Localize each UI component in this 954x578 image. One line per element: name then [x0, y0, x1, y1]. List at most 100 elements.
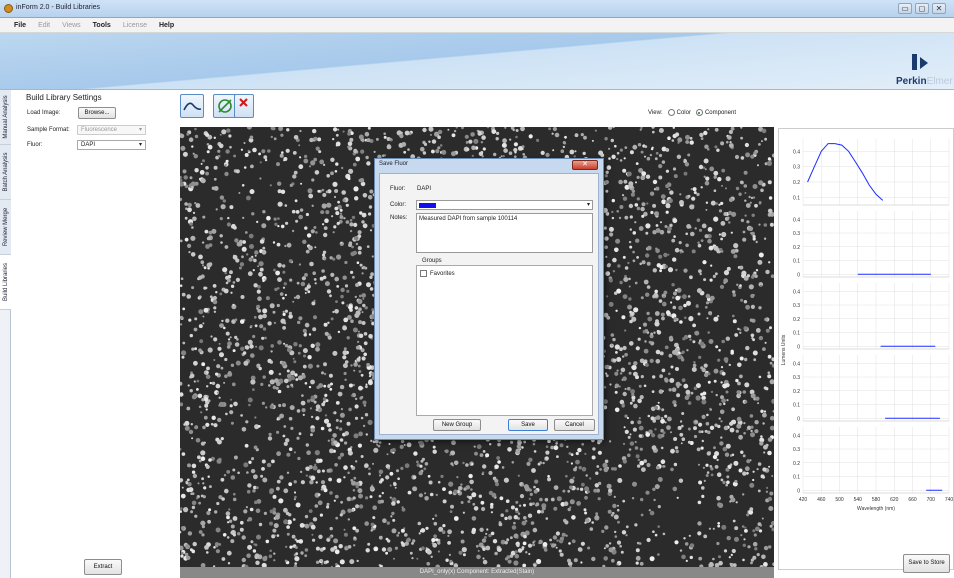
spectra-chart: 0.1 0.2 0.3 0.4 0 0.1 0.2 0.3 0.4 0 0.1 0.2 0.3 0.4 0 0… [778, 128, 954, 570]
chevron-down-icon: ▾ [586, 202, 590, 208]
y-tick-label: 0.1 [793, 331, 800, 337]
groups-list: Favorites [416, 265, 593, 416]
y-tick-label: 0.3 [793, 375, 800, 381]
favorites-checkbox[interactable]: Favorites [420, 270, 455, 277]
dialog-fluor-value: DAPI [417, 186, 432, 192]
dialog-notes-label: Notes: [390, 215, 408, 221]
y-tick-label: 0 [797, 272, 800, 278]
spectra-svg: 0.1 0.2 0.3 0.4 0 0.1 0.2 0.3 0.4 0 0.1 0.2 0.3 0.4 0 0… [781, 139, 954, 512]
y-tick-label: 0.2 [793, 317, 800, 323]
y-tick-label: 0.1 [793, 403, 800, 409]
no-selection-icon [218, 99, 232, 113]
dialog-close-button[interactable]: ✕ [572, 160, 598, 170]
y-tick-label: 0.3 [793, 231, 800, 237]
y-tick-label: 0.1 [793, 259, 800, 265]
menu-help[interactable]: Help [159, 22, 174, 29]
x-tick-label: 540 [854, 497, 863, 503]
y-tick-label: 0.3 [793, 303, 800, 309]
y-tick-label: 0 [797, 416, 800, 422]
x-tick-label: 500 [835, 497, 844, 503]
image-toolbar: View: Color Component [168, 90, 774, 127]
menu-edit[interactable]: Edit [38, 22, 50, 29]
app-icon [4, 4, 13, 13]
dialog-body: Fluor: DAPI Color: ▾ Notes: Measured DAP… [379, 173, 599, 435]
chevron-down-icon: ▾ [138, 142, 142, 148]
save-button[interactable]: Save [508, 419, 548, 431]
new-group-button[interactable]: New Group [433, 419, 481, 431]
image-status-bar: DAPI_only(x) Component: Extracted(Stain) [180, 567, 774, 578]
logo-arrow-icon [920, 57, 928, 69]
tab-batch-analysis[interactable]: Batch Analysis [0, 145, 11, 200]
logo-bar-icon [912, 54, 917, 70]
menu-views[interactable]: Views [62, 22, 81, 29]
spectra-panel: 0.1 0.2 0.3 0.4 0 0.1 0.2 0.3 0.4 0 0.1 0.2 0.3 0.4 0 0… [774, 90, 954, 578]
y-tick-label: 0.4 [793, 433, 800, 439]
y-tick-label: 0 [797, 344, 800, 350]
x-tick-label: 460 [817, 497, 826, 503]
x-tick-label: 580 [872, 497, 881, 503]
x-axis-label: Wavelength (nm) [857, 506, 895, 512]
notes-field[interactable]: Measured DAPI from sample 100114 [416, 213, 593, 253]
x-tick-label: 660 [908, 497, 917, 503]
draw-spectrum-button[interactable] [180, 94, 204, 118]
fluor-label: Fluor: [27, 142, 43, 148]
menu-license[interactable]: License [123, 22, 147, 29]
view-options: View: Color Component [648, 109, 736, 116]
dialog-fluor-label: Fluor: [390, 186, 406, 192]
x-tick-label: 740 [945, 497, 954, 503]
dialog-color-label: Color: [390, 202, 407, 208]
spectrum-curve-icon [183, 102, 202, 111]
browse-button[interactable]: Browse... [78, 107, 116, 119]
y-tick-label: 0.1 [793, 195, 800, 201]
chevron-down-icon: ▾ [138, 127, 142, 133]
spectrum-line [807, 143, 884, 201]
menu-tools[interactable]: Tools [93, 22, 111, 29]
tab-manual-analysis[interactable]: Manual Analysis [0, 90, 11, 145]
dialog-title: Save Fluor [379, 161, 409, 167]
menu-bar: File Edit Views Tools License Help [0, 18, 954, 33]
tab-build-libraries[interactable]: Build Libraries [0, 255, 11, 310]
fluor-select[interactable]: DAPI ▾ [77, 140, 146, 150]
window-title: inForm 2.0 - Build Libraries [16, 4, 101, 11]
window-controls: ▭ ◻ ✕ [898, 3, 946, 14]
y-tick-label: 0 [797, 488, 800, 494]
logo-text: PerkinElmer [896, 76, 953, 87]
view-component-radio[interactable]: Component [695, 109, 736, 116]
y-tick-label: 0.3 [793, 165, 800, 171]
y-tick-label: 0.2 [793, 180, 800, 186]
y-tick-label: 0.4 [793, 217, 800, 223]
cancel-button[interactable]: Cancel [554, 419, 595, 431]
close-icon: ✕ [582, 161, 588, 168]
groups-label: Groups [422, 258, 442, 264]
perkinelmer-logo: PerkinElmer [894, 50, 954, 90]
minimize-button[interactable]: ▭ [898, 3, 912, 14]
y-tick-label: 0.4 [793, 289, 800, 295]
menu-file[interactable]: File [14, 22, 26, 29]
y-tick-label: 0.2 [793, 389, 800, 395]
y-tick-label: 0.1 [793, 475, 800, 481]
close-window-button[interactable]: ✕ [932, 3, 946, 14]
x-tick-label: 620 [890, 497, 899, 503]
color-picker[interactable]: ▾ [416, 200, 593, 210]
sample-format-select[interactable]: Fluorescence ▾ [77, 125, 146, 135]
sample-format-label: Sample Format: [27, 127, 70, 133]
red-x-icon [239, 98, 248, 107]
side-tabs: Manual Analysis Batch Analysis Review Me… [0, 90, 11, 578]
delete-button[interactable] [234, 94, 254, 118]
y-axis-label: Lumens Units [781, 334, 787, 365]
save-to-store-button[interactable]: Save to Store [903, 554, 950, 573]
save-fluor-dialog: Save Fluor ✕ Fluor: DAPI Color: ▾ Notes:… [374, 158, 604, 440]
y-tick-label: 0.4 [793, 149, 800, 155]
load-image-label: Load Image: [27, 110, 61, 116]
view-color-radio[interactable]: Color [667, 109, 691, 116]
view-label: View: [648, 109, 663, 116]
color-swatch [419, 203, 436, 208]
y-tick-label: 0.4 [793, 361, 800, 367]
x-tick-label: 700 [927, 497, 936, 503]
y-tick-label: 0.2 [793, 245, 800, 251]
x-tick-label: 420 [799, 497, 808, 503]
settings-panel: Build Library Settings Load Image: Brows… [11, 90, 168, 578]
maximize-button[interactable]: ◻ [915, 3, 929, 14]
tab-review-merge[interactable]: Review Merge [0, 200, 11, 255]
extract-button[interactable]: Extract [84, 559, 122, 575]
